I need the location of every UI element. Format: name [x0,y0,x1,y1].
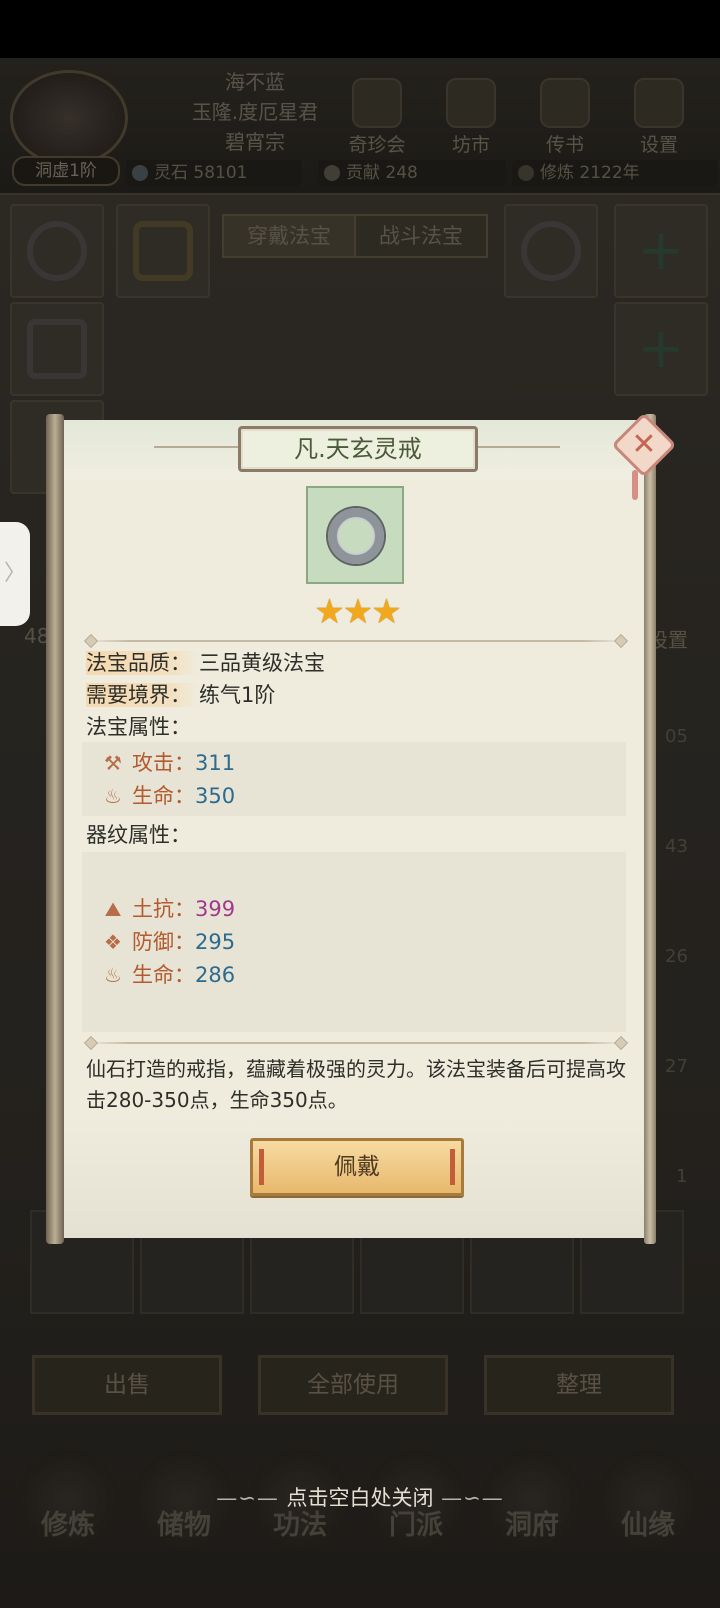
earth-resist-icon: ⛰ [104,897,122,921]
close-hint-text: 点击空白处关闭 [286,1486,434,1510]
scroll-rod-left [46,414,64,1244]
rune-attribute-row: ♨ 生命：286 [100,960,235,990]
close-hint: —∽— 点击空白处关闭 —∽— [0,1482,720,1512]
quality-row: 法宝品质： 三品黄级法宝 [86,648,325,678]
rune-attribute-row: ❖ 防御：295 [100,927,235,957]
ornament-right: —∽— [433,1486,504,1510]
divider [86,640,626,642]
close-icon: ✕ [631,427,657,462]
scroll-rod-right [644,414,656,1244]
item-description: 仙石打造的戒指，蕴藏着极强的灵力。该法宝装备后可提高攻击280-350点，生命3… [86,1057,626,1112]
item-detail-modal: 凡.天玄灵戒 ✕ ★★★ 法宝品质： 三品黄级法宝 需要境界： 练气1阶 法宝属性：… [46,412,677,1244]
realm-label: 需要境界： [86,683,199,707]
ornament-left: —∽— [216,1486,287,1510]
star-rating: ★★★ [314,592,401,632]
life-icon: ♨ [104,784,122,808]
attr-value: 399 [195,897,236,921]
attr-value: 295 [195,930,236,954]
defense-icon: ❖ [104,930,122,954]
quality-value: 三品黄级法宝 [199,651,325,675]
attr-label: 土抗： [132,897,195,921]
attr-value: 311 [195,751,236,775]
item-title: 凡.天玄灵戒 [238,426,478,472]
attribute-row: ⚒ 攻击：311 [100,748,235,778]
rune-header: 器纹属性： [86,823,191,847]
divider [86,1042,626,1044]
attr-value: 286 [195,963,236,987]
life-icon: ♨ [104,963,122,987]
title-ornament-left [154,446,238,448]
attack-icon: ⚒ [104,751,122,775]
attr-value: 350 [195,784,236,808]
wear-button[interactable]: 佩戴 [250,1138,464,1196]
rune-attribute-row: ⛰ 土抗：399 [100,894,236,924]
item-icon-frame [306,486,404,584]
side-drawer-handle[interactable]: 〉 [0,522,30,626]
attr-header: 法宝属性： [86,715,191,739]
attr-label: 防御： [132,930,195,954]
title-ornament-right [476,446,560,448]
attribute-row: ♨ 生命：350 [100,781,235,811]
tassel-decoration [632,470,638,500]
chevron-right-icon: 〉 [3,561,26,586]
attr-label: 生命： [132,784,195,808]
realm-value: 练气1阶 [199,683,276,707]
quality-label: 法宝品质： [86,651,199,675]
ring-icon [328,508,384,564]
realm-row: 需要境界： 练气1阶 [86,680,275,710]
attr-label: 生命： [132,963,195,987]
attr-label: 攻击： [132,751,195,775]
